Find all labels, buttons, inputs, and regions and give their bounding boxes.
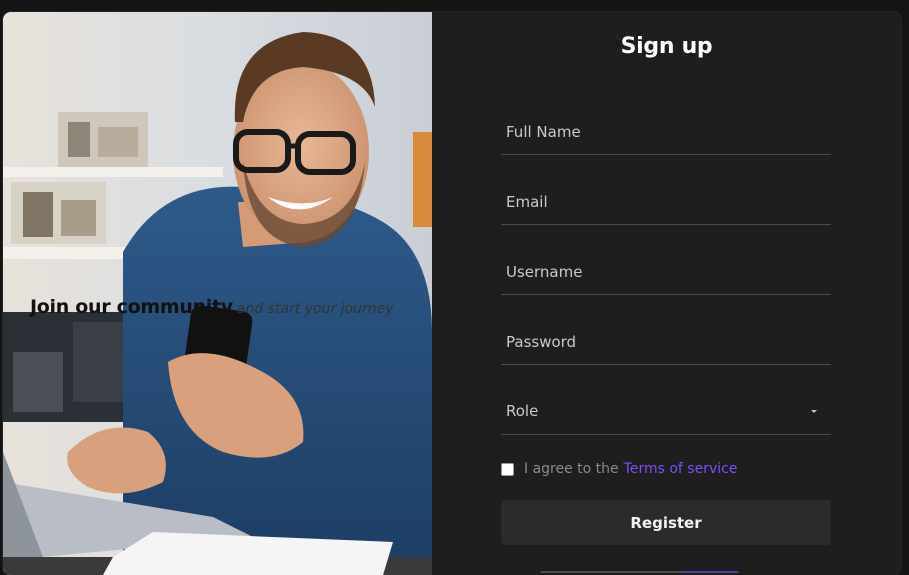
password-field [501, 320, 831, 365]
terms-checkbox[interactable] [501, 462, 514, 476]
form-title: Sign up [620, 34, 713, 59]
chevron-down-icon [811, 410, 817, 413]
hero-heading: Join our community [30, 296, 233, 318]
email-field [501, 180, 831, 225]
signup-form-panel: Sign up Role I agree to the Terms of ser… [432, 12, 901, 575]
hero-subheading: and start your journey [236, 301, 394, 317]
signup-card: Join our community and start your journey… [3, 12, 901, 575]
password-input[interactable] [501, 320, 831, 364]
username-field [501, 250, 831, 295]
login-link-row-cropped [501, 567, 831, 575]
hero-tagline: Join our community and start your journey [30, 296, 394, 318]
username-input[interactable] [501, 250, 831, 294]
email-input[interactable] [501, 180, 831, 224]
full-name-field [501, 110, 831, 155]
role-select[interactable]: Role [501, 390, 831, 435]
register-button[interactable]: Register [501, 500, 831, 545]
terms-row: I agree to the Terms of service [501, 460, 737, 478]
hero-photo [3, 12, 432, 575]
hero-image-panel: Join our community and start your journey [3, 12, 432, 575]
terms-text: I agree to the [524, 461, 619, 477]
role-select-value: Role [506, 402, 539, 420]
terms-link[interactable]: Terms of service [624, 461, 738, 477]
full-name-input[interactable] [501, 110, 831, 154]
